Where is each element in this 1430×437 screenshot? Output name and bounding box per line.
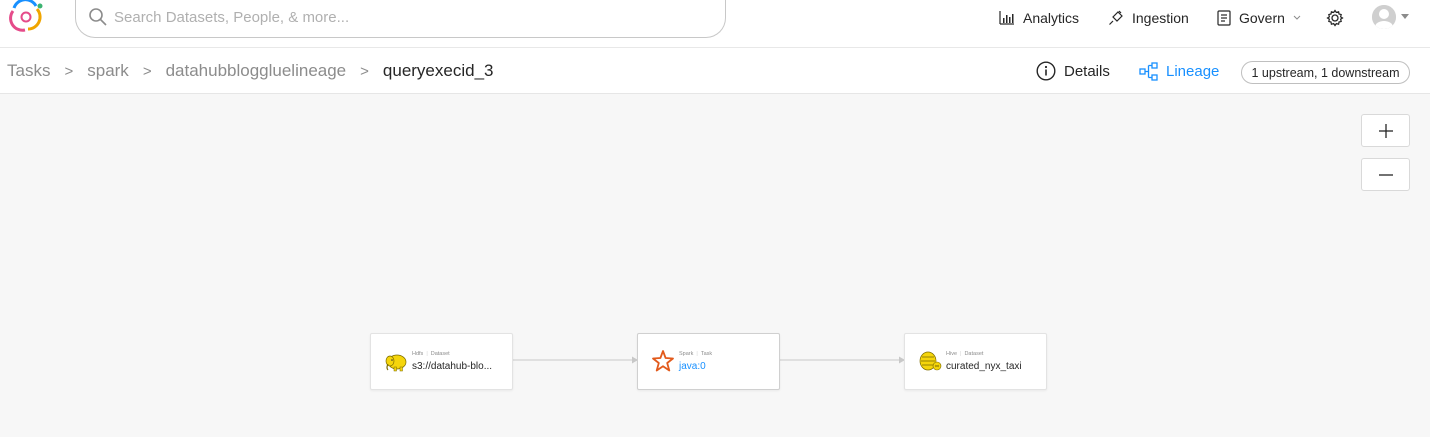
minus-icon xyxy=(1378,173,1393,176)
node-meta: Hive | Dataset xyxy=(946,351,983,357)
meta-divider: | xyxy=(960,351,962,357)
meta-divider: | xyxy=(426,351,428,357)
hive-bee-icon xyxy=(918,349,942,373)
node-platform: Spark xyxy=(679,351,694,357)
node-name[interactable]: java:0 xyxy=(679,361,706,372)
node-name[interactable]: s3://datahub-blo... xyxy=(412,361,492,372)
meta-divider: | xyxy=(696,351,698,357)
node-type: Dataset xyxy=(964,351,984,357)
node-platform: Hdfs xyxy=(412,351,424,357)
hadoop-elephant-icon xyxy=(384,349,408,373)
node-name[interactable]: curated_nyx_taxi xyxy=(946,361,1022,372)
node-platform: Hive xyxy=(946,351,958,357)
node-meta: Spark | Task xyxy=(679,351,712,357)
lineage-node-downstream[interactable]: Hive | Dataset curated_nyx_taxi xyxy=(904,333,1047,390)
node-meta: Hdfs | Dataset xyxy=(412,351,450,357)
spark-star-icon xyxy=(651,349,675,373)
zoom-out-button[interactable] xyxy=(1361,158,1410,191)
node-type: Dataset xyxy=(430,351,450,357)
lineage-node-upstream[interactable]: Hdfs | Dataset s3://datahub-blo... xyxy=(370,333,513,390)
plus-icon xyxy=(1378,123,1393,138)
lineage-node-current[interactable]: Spark | Task java:0 xyxy=(637,333,780,390)
node-type: Task xyxy=(700,351,713,357)
zoom-in-button[interactable] xyxy=(1361,114,1410,147)
